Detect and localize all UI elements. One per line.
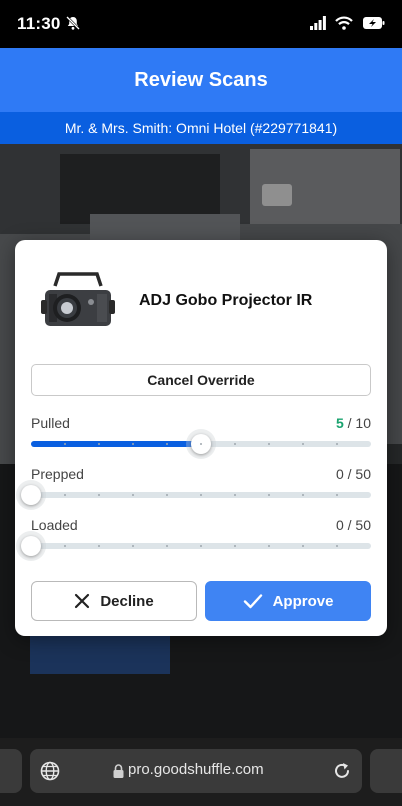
order-subtitle: Mr. & Mrs. Smith: Omni Hotel (#229771841… bbox=[0, 112, 402, 144]
approve-button[interactable]: Approve bbox=[205, 581, 371, 621]
loaded-slider[interactable] bbox=[16, 531, 371, 561]
loaded-label: Loaded bbox=[31, 517, 78, 533]
slider-tick bbox=[132, 494, 134, 496]
slider-tick bbox=[336, 494, 338, 496]
prepped-slider-thumb[interactable] bbox=[16, 480, 46, 510]
checkmark-icon bbox=[243, 594, 262, 609]
prepped-count: 0 / 50 bbox=[335, 466, 371, 482]
slider-tick bbox=[302, 494, 304, 496]
reload-icon[interactable] bbox=[332, 761, 352, 781]
prepped-slider[interactable] bbox=[16, 480, 371, 510]
slider-tick bbox=[336, 443, 338, 445]
slider-tick bbox=[268, 545, 270, 547]
slider-tick bbox=[166, 545, 168, 547]
slider-tick bbox=[98, 443, 100, 445]
slider-tick bbox=[268, 443, 270, 445]
browser-toolbar: pro.goodshuffle.com bbox=[0, 738, 402, 806]
slider-tick bbox=[302, 545, 304, 547]
product-name: ADJ Gobo Projector IR bbox=[139, 292, 313, 309]
slider-tick bbox=[302, 443, 304, 445]
cancel-override-button[interactable]: Cancel Override bbox=[31, 364, 371, 396]
close-icon bbox=[75, 593, 90, 609]
slider-tick bbox=[234, 545, 236, 547]
gobo-projector-image bbox=[41, 272, 115, 326]
status-bar: 11:30 bbox=[0, 0, 402, 48]
loaded-slider-thumb[interactable] bbox=[16, 531, 46, 561]
page-title: Review Scans bbox=[0, 48, 402, 112]
decline-button[interactable]: Decline bbox=[31, 581, 197, 621]
address-bar[interactable]: pro.goodshuffle.com bbox=[30, 749, 362, 793]
pulled-label: Pulled bbox=[31, 415, 70, 431]
review-modal: ADJ Gobo Projector IR Cancel Override Pu… bbox=[15, 240, 387, 636]
previous-tab[interactable] bbox=[0, 749, 22, 793]
slider-tick bbox=[166, 494, 168, 496]
clock: 11:30 bbox=[17, 14, 61, 33]
pulled-slider-fill bbox=[31, 441, 201, 447]
bell-muted-icon bbox=[66, 16, 80, 30]
pulled-count: 5 / 10 bbox=[336, 415, 371, 431]
slider-tick bbox=[64, 545, 66, 547]
slider-tick bbox=[132, 443, 134, 445]
slider-tick bbox=[268, 494, 270, 496]
slider-tick bbox=[132, 545, 134, 547]
slider-tick bbox=[166, 443, 168, 445]
loaded-count: 0 / 50 bbox=[335, 517, 371, 533]
slider-tick bbox=[234, 443, 236, 445]
pulled-current: 5 bbox=[335, 415, 344, 431]
slider-tick bbox=[200, 494, 202, 496]
slider-tick bbox=[200, 545, 202, 547]
slider-tick bbox=[200, 443, 202, 445]
prepped-label: Prepped bbox=[31, 466, 84, 482]
next-tab[interactable] bbox=[370, 749, 402, 793]
pulled-slider[interactable] bbox=[31, 429, 371, 459]
slider-tick bbox=[64, 443, 66, 445]
slider-tick bbox=[336, 545, 338, 547]
wifi-icon bbox=[335, 16, 353, 30]
slider-tick bbox=[98, 545, 100, 547]
approve-label: Approve bbox=[272, 592, 334, 610]
decline-label: Decline bbox=[100, 592, 154, 610]
globe-icon bbox=[40, 761, 60, 781]
url-text: pro.goodshuffle.com bbox=[128, 761, 264, 778]
pulled-separator: / bbox=[343, 415, 356, 431]
slider-tick bbox=[64, 494, 66, 496]
cellular-signal-icon bbox=[310, 16, 326, 30]
lock-icon bbox=[113, 764, 124, 778]
slider-tick bbox=[98, 494, 100, 496]
slider-tick bbox=[234, 494, 236, 496]
pulled-total: 10 bbox=[355, 415, 371, 431]
battery-charging-icon bbox=[363, 17, 385, 29]
